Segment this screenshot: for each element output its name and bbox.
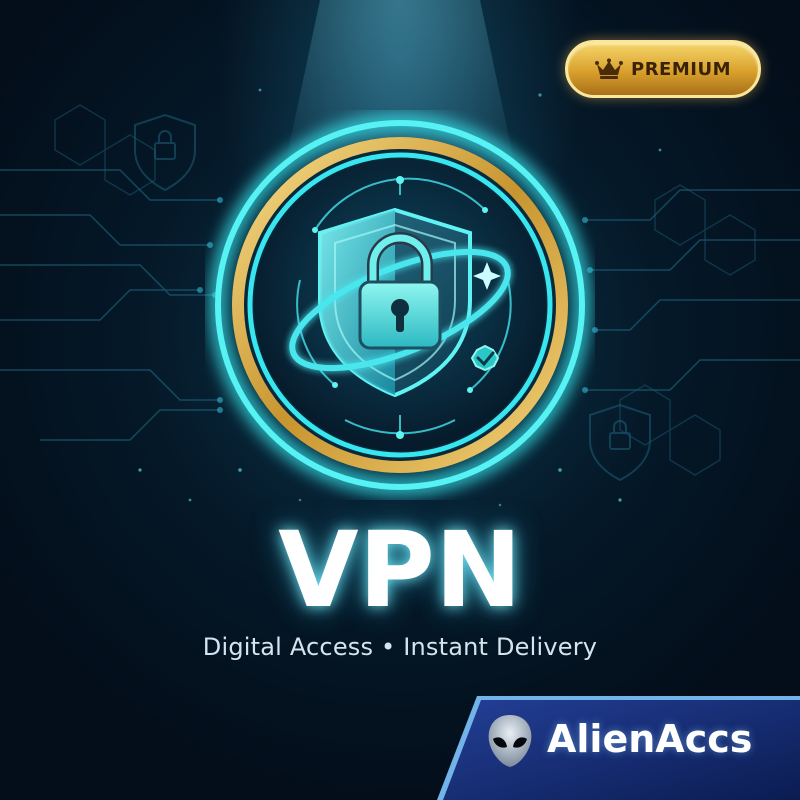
brand-name: AlienAccs xyxy=(547,717,753,761)
alien-icon xyxy=(488,715,532,767)
vpn-emblem xyxy=(210,115,590,495)
premium-badge: PREMIUM xyxy=(565,40,761,98)
brand-footer: AlienAccs xyxy=(437,690,800,800)
premium-badge-label: PREMIUM xyxy=(631,58,731,80)
crown-icon xyxy=(595,58,623,79)
product-title: VPN xyxy=(278,509,522,631)
product-banner: PREMIUM VPN Digital Access • Instant Del… xyxy=(0,0,800,800)
product-subtitle: Digital Access • Instant Delivery xyxy=(202,633,598,661)
